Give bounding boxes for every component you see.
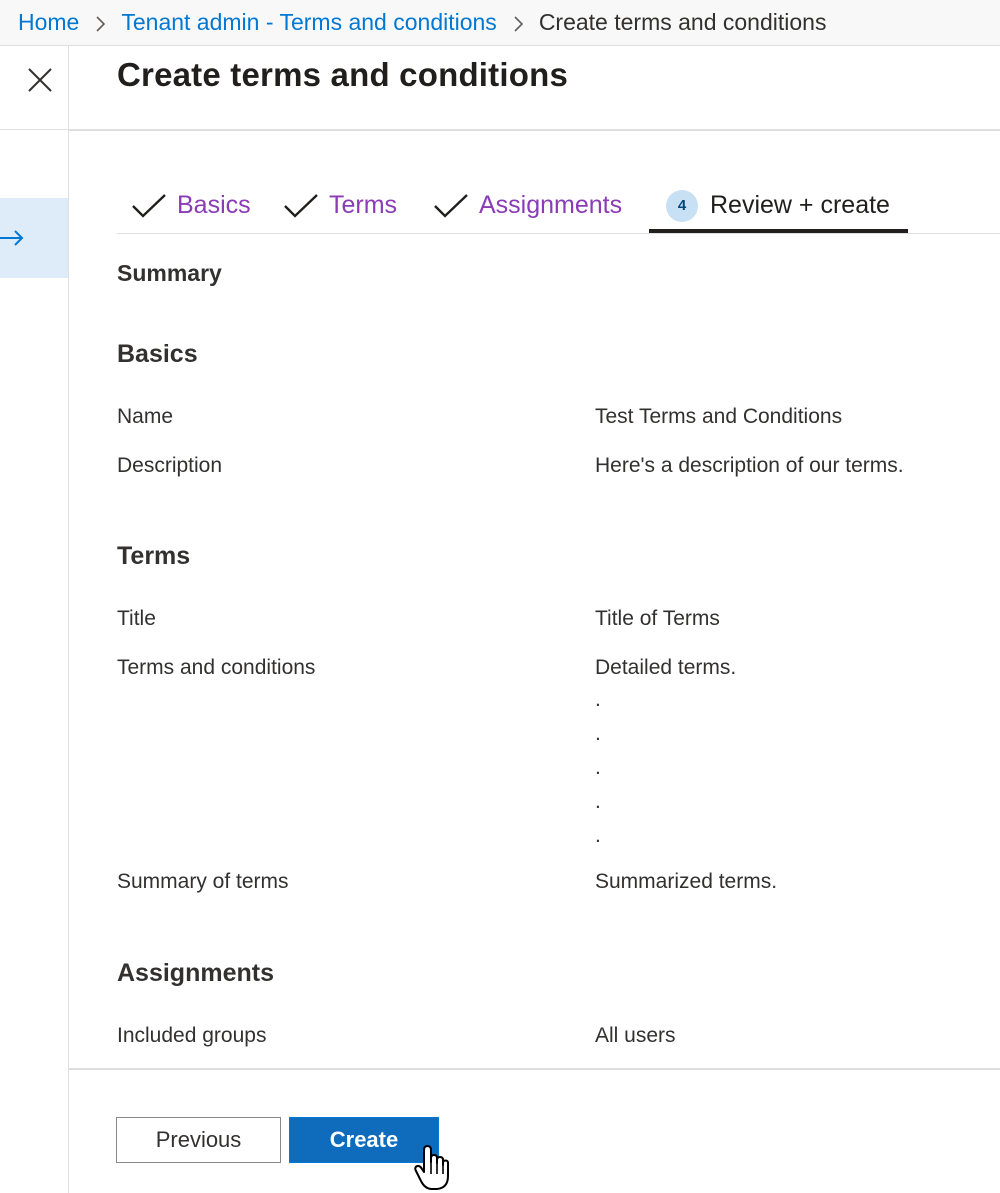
hand-pointer-icon [414, 1145, 449, 1190]
title-label: Title [117, 607, 156, 630]
included-groups-value: All users [595, 1024, 676, 1047]
active-tab-underline [649, 229, 908, 233]
tab-review-create-label: Review + create [710, 191, 890, 219]
tab-basics-label: Basics [177, 191, 251, 219]
close-button[interactable] [20, 60, 60, 100]
title-value: Title of Terms [595, 607, 720, 630]
summary-of-terms-label: Summary of terms [117, 870, 289, 893]
name-label: Name [117, 405, 174, 428]
tab-review-create[interactable]: 4 Review + create [666, 178, 890, 233]
breadcrumb-tenant-admin-link[interactable]: Tenant admin - Terms and conditions [121, 9, 496, 36]
terms-and-conditions-label: Terms and conditions [117, 656, 316, 679]
tab-terms[interactable]: Terms [283, 178, 397, 233]
footer-divider [69, 1068, 1000, 1070]
terms-continuation-dot: . [595, 688, 601, 711]
tab-terms-label: Terms [329, 191, 398, 219]
tab-assignments[interactable]: Assignments [433, 178, 622, 233]
breadcrumb-current: Create terms and conditions [538, 9, 827, 35]
description-label: Description [117, 454, 223, 477]
terms-continuation-dot: . [595, 756, 601, 779]
terms-continuation-dot: . [595, 824, 601, 847]
breadcrumb-home-link[interactable]: Home [18, 9, 79, 36]
checkmark-icon [433, 193, 469, 219]
rail-item-active[interactable] [0, 198, 68, 278]
wizard-tabs: Basics Terms Assignments 4 Review + crea… [117, 178, 1000, 234]
close-icon [28, 68, 52, 92]
description-value: Here's a description of our terms. [595, 454, 904, 477]
checkmark-icon [131, 193, 167, 219]
previous-button[interactable]: Previous [116, 1117, 281, 1163]
tab-basics[interactable]: Basics [131, 178, 251, 233]
terms-continuation-dot: . [595, 722, 601, 745]
chevron-right-icon [79, 9, 121, 36]
step-number-badge: 4 [666, 189, 698, 222]
header-divider [69, 129, 1000, 131]
terms-and-conditions-value: Detailed terms. [595, 656, 737, 679]
terms-section-heading: Terms [117, 542, 191, 570]
included-groups-label: Included groups [117, 1024, 267, 1047]
arrow-right-icon [0, 230, 24, 246]
left-rail [0, 46, 69, 1193]
summary-heading: Summary [117, 260, 222, 286]
rail-divider [0, 129, 69, 130]
page-title: Create terms and conditions [117, 56, 568, 93]
summary-of-terms-value: Summarized terms. [595, 870, 778, 893]
checkmark-icon [283, 193, 319, 219]
breadcrumb: Home Tenant admin - Terms and conditions… [0, 0, 1000, 46]
chevron-right-icon [497, 9, 539, 36]
basics-section-heading: Basics [117, 340, 198, 368]
terms-continuation-dot: . [595, 790, 601, 813]
tab-assignments-label: Assignments [479, 191, 623, 219]
assignments-section-heading: Assignments [117, 959, 274, 987]
name-value: Test Terms and Conditions [595, 405, 843, 428]
